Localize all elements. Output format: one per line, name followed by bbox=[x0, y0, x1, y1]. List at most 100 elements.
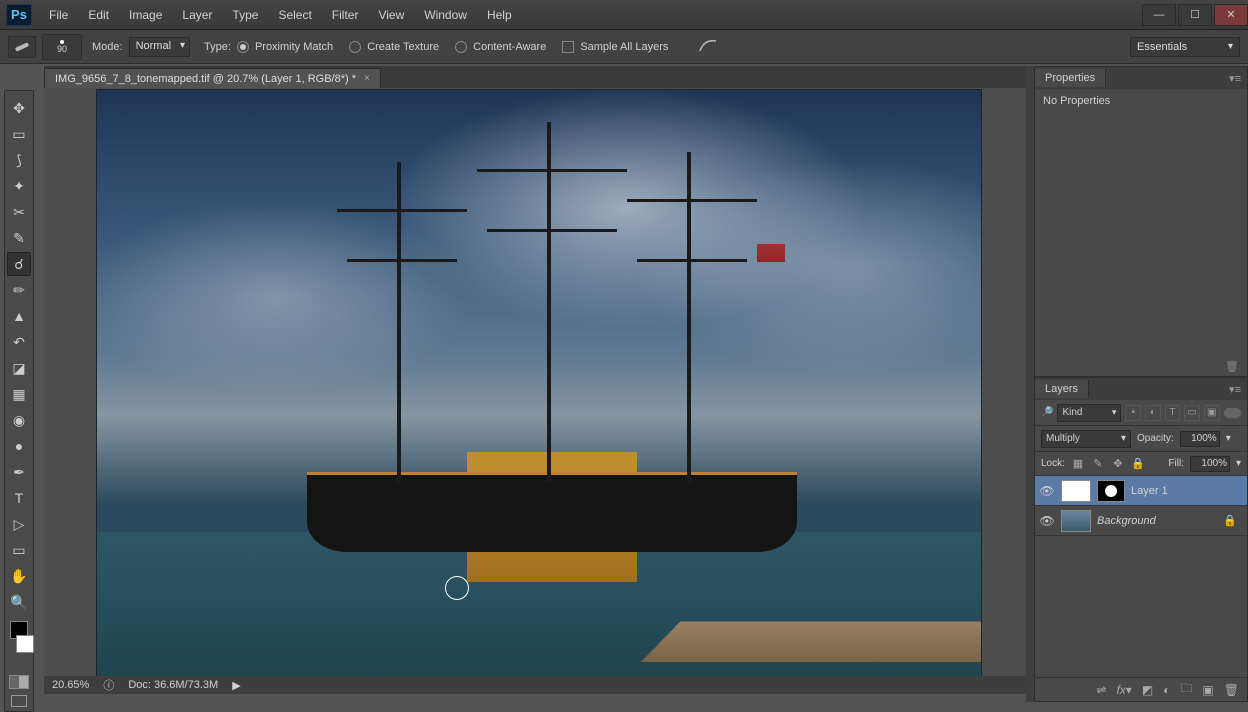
title-bar: Ps File Edit Image Layer Type Select Fil… bbox=[0, 0, 1248, 30]
quick-select-tool[interactable]: ✦ bbox=[7, 174, 31, 198]
menu-window[interactable]: Window bbox=[415, 4, 476, 26]
path-select-tool[interactable]: ▷ bbox=[7, 512, 31, 536]
history-brush-tool[interactable]: ↶ bbox=[7, 330, 31, 354]
panel-dock-edge[interactable] bbox=[1026, 66, 1034, 702]
layers-tab[interactable]: Layers bbox=[1035, 380, 1089, 398]
image-yard bbox=[487, 229, 617, 232]
document-canvas[interactable] bbox=[97, 90, 981, 682]
hand-tool[interactable]: ✋ bbox=[7, 564, 31, 588]
visibility-eye-icon[interactable]: 👁 bbox=[1039, 484, 1055, 498]
screen-mode-button[interactable] bbox=[11, 695, 27, 707]
canvas-area bbox=[44, 88, 1034, 684]
document-tab[interactable]: IMG_9656_7_8_tonemapped.tif @ 20.7% (Lay… bbox=[44, 68, 381, 88]
blend-mode-select[interactable]: Multiply bbox=[1041, 430, 1131, 448]
healing-brush-tool[interactable]: ☌ bbox=[7, 252, 31, 276]
lock-transparent-icon[interactable]: ▦ bbox=[1071, 457, 1085, 471]
layer-item[interactable]: 👁 Background 🔒 bbox=[1035, 506, 1247, 536]
shape-tool[interactable]: ▭ bbox=[7, 538, 31, 562]
background-color[interactable] bbox=[16, 635, 34, 653]
status-arrow-icon[interactable]: ▶ bbox=[232, 679, 240, 692]
menu-file[interactable]: File bbox=[40, 4, 77, 26]
visibility-eye-icon[interactable]: 👁 bbox=[1039, 514, 1055, 528]
fill-field[interactable]: 100% bbox=[1190, 456, 1230, 472]
move-tool[interactable]: ✥ bbox=[7, 96, 31, 120]
quick-mask-toggle[interactable] bbox=[9, 675, 29, 689]
menu-edit[interactable]: Edit bbox=[79, 4, 118, 26]
brush-preset-picker[interactable]: 90 bbox=[42, 34, 82, 60]
filter-adjust-icon[interactable]: ◐ bbox=[1145, 405, 1161, 421]
filter-smart-icon[interactable]: ▣ bbox=[1204, 405, 1220, 421]
crop-tool[interactable]: ✂ bbox=[7, 200, 31, 224]
add-mask-icon[interactable]: ◩ bbox=[1142, 683, 1153, 697]
menu-type[interactable]: Type bbox=[223, 4, 267, 26]
lock-pixels-icon[interactable]: ✎ bbox=[1091, 457, 1105, 471]
dodge-tool[interactable]: ● bbox=[7, 434, 31, 458]
filter-pixel-icon[interactable]: ▪ bbox=[1125, 405, 1141, 421]
properties-trash-icon[interactable]: 🗑 bbox=[1035, 357, 1247, 376]
image-yard bbox=[477, 169, 627, 172]
layer-thumbnail[interactable] bbox=[1061, 510, 1091, 532]
options-bar: 90 Mode: Normal Type: Proximity Match Cr… bbox=[0, 30, 1248, 64]
fill-chevron-icon[interactable]: ▾ bbox=[1236, 458, 1241, 469]
menu-select[interactable]: Select bbox=[269, 4, 320, 26]
pressure-icon[interactable] bbox=[698, 37, 718, 56]
properties-tab[interactable]: Properties bbox=[1035, 69, 1106, 87]
new-layer-icon[interactable]: ▣ bbox=[1202, 683, 1213, 697]
type-tool[interactable]: T bbox=[7, 486, 31, 510]
layer-thumbnail[interactable] bbox=[1061, 480, 1091, 502]
layer-lock-icon[interactable]: 🔒 bbox=[1223, 514, 1237, 527]
menu-layer[interactable]: Layer bbox=[173, 4, 221, 26]
blur-tool[interactable]: ◉ bbox=[7, 408, 31, 432]
link-layers-icon[interactable]: ⇌ bbox=[1096, 683, 1106, 697]
filter-kind-select[interactable]: Kind bbox=[1057, 404, 1121, 422]
filter-type-icon[interactable]: T bbox=[1165, 405, 1181, 421]
mode-select[interactable]: Normal bbox=[129, 37, 190, 57]
opacity-chevron-icon[interactable]: ▾ bbox=[1226, 433, 1231, 444]
adjustment-layer-icon[interactable]: ◐ bbox=[1163, 683, 1170, 697]
minimize-button[interactable]: — bbox=[1142, 4, 1176, 26]
tool-preset-picker[interactable] bbox=[8, 36, 36, 58]
radio-proximity-match[interactable] bbox=[237, 41, 249, 53]
layer-item[interactable]: 👁 Layer 1 bbox=[1035, 476, 1247, 506]
layer-name[interactable]: Layer 1 bbox=[1131, 485, 1168, 497]
lasso-tool[interactable]: ⟆ bbox=[7, 148, 31, 172]
image-ship-hull bbox=[307, 472, 797, 552]
filter-toggle-switch[interactable] bbox=[1224, 408, 1242, 418]
clone-stamp-tool[interactable]: ▲ bbox=[7, 304, 31, 328]
image-dock bbox=[641, 621, 981, 662]
workspace-switcher[interactable]: Essentials bbox=[1130, 37, 1240, 57]
layer-mask-thumbnail[interactable] bbox=[1097, 480, 1125, 502]
image-yard bbox=[337, 209, 467, 212]
menu-view[interactable]: View bbox=[369, 4, 413, 26]
layer-fx-icon[interactable]: fx▾ bbox=[1116, 683, 1131, 697]
eraser-tool[interactable]: ◪ bbox=[7, 356, 31, 380]
close-tab-icon[interactable]: × bbox=[364, 73, 370, 84]
maximize-button[interactable]: ☐ bbox=[1178, 4, 1212, 26]
pen-tool[interactable]: ✒ bbox=[7, 460, 31, 484]
radio-content-aware[interactable] bbox=[455, 41, 467, 53]
opacity-field[interactable]: 100% bbox=[1180, 431, 1220, 447]
menu-help[interactable]: Help bbox=[478, 4, 521, 26]
checkbox-sample-all-layers[interactable] bbox=[562, 41, 574, 53]
filter-shape-icon[interactable]: ▭ bbox=[1184, 405, 1200, 421]
layers-panel: Layers ▾≡ 🔎 Kind ▪ ◐ T ▭ ▣ Multiply Opac… bbox=[1034, 377, 1248, 702]
eyedropper-tool[interactable]: ✎ bbox=[7, 226, 31, 250]
layer-name[interactable]: Background bbox=[1097, 515, 1156, 527]
marquee-tool[interactable]: ▭ bbox=[7, 122, 31, 146]
menu-image[interactable]: Image bbox=[120, 4, 171, 26]
group-icon[interactable]: 🗀 bbox=[1180, 679, 1192, 700]
menu-filter[interactable]: Filter bbox=[323, 4, 368, 26]
lock-all-icon[interactable]: 🔒 bbox=[1131, 457, 1145, 471]
zoom-tool[interactable]: 🔍 bbox=[7, 590, 31, 614]
properties-panel-menu-icon[interactable]: ▾≡ bbox=[1223, 72, 1247, 85]
checkbox-sample-label: Sample All Layers bbox=[580, 41, 668, 53]
brush-tool[interactable]: ✏ bbox=[7, 278, 31, 302]
lock-position-icon[interactable]: ✥ bbox=[1111, 457, 1125, 471]
zoom-level[interactable]: 20.65% bbox=[52, 679, 89, 691]
close-button[interactable]: ✕ bbox=[1214, 4, 1248, 26]
info-icon[interactable]: ⓘ bbox=[103, 677, 114, 693]
gradient-tool[interactable]: ▦ bbox=[7, 382, 31, 406]
layers-panel-menu-icon[interactable]: ▾≡ bbox=[1223, 383, 1247, 396]
radio-create-texture[interactable] bbox=[349, 41, 361, 53]
delete-layer-icon[interactable]: 🗑 bbox=[1224, 683, 1239, 697]
